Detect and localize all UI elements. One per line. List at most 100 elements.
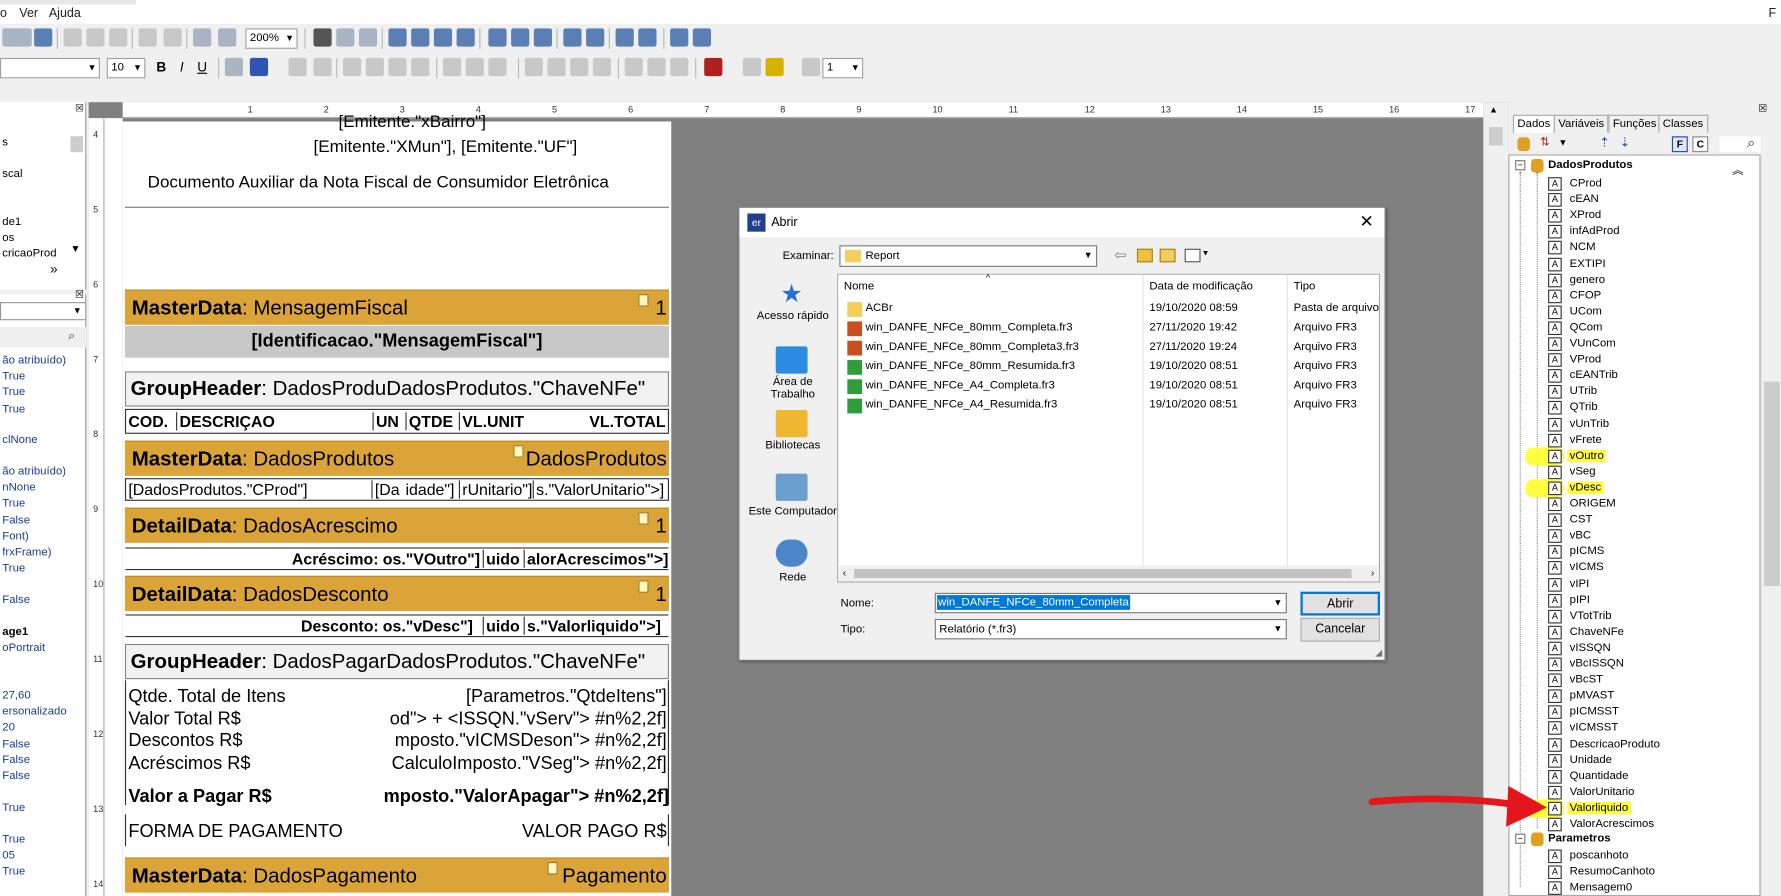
- dataset-dadosprodutos[interactable]: DadosProdutos: [1548, 159, 1633, 171]
- chevron-right-icon[interactable]: ›: [1371, 567, 1374, 578]
- cprod-field[interactable]: [DadosProdutos."CProd"]: [128, 480, 307, 498]
- property-value[interactable]: True: [2, 403, 25, 415]
- chevron-down-icon[interactable]: ▼: [1558, 137, 1567, 147]
- valor-unitario-field[interactable]: s."ValorUnitario">]: [532, 480, 664, 499]
- place-quick-access[interactable]: Acesso rápido: [744, 310, 842, 322]
- view-menu-icon[interactable]: [1184, 248, 1201, 263]
- fit-grid-icon[interactable]: [358, 28, 378, 47]
- total-field[interactable]: mposto."vICMSDeson"> #n%2,2f]: [395, 731, 667, 751]
- property-value[interactable]: Font): [2, 530, 29, 542]
- undo-icon[interactable]: [138, 28, 157, 47]
- text-left-icon[interactable]: [343, 57, 362, 77]
- property-value[interactable]: False: [2, 514, 30, 526]
- band-detail-acrescimo[interactable]: DetailData: DadosAcrescimo 1: [124, 507, 669, 543]
- text-middle-icon[interactable]: [465, 57, 484, 77]
- scrollbar-thumb[interactable]: [70, 136, 83, 153]
- underline-button[interactable]: U: [193, 58, 211, 76]
- frame-all-icon[interactable]: [524, 57, 543, 77]
- tab-classes[interactable]: Classes: [1658, 114, 1708, 133]
- col-vltotal[interactable]: VL.TOTAL: [589, 412, 665, 430]
- total-label[interactable]: Descontos R$: [128, 731, 242, 751]
- property-value[interactable]: nNone: [2, 482, 35, 494]
- new-folder-icon[interactable]: [1159, 248, 1176, 263]
- font-name-select[interactable]: ▼: [0, 57, 100, 79]
- open-button[interactable]: Abrir: [1300, 591, 1380, 616]
- italic-button[interactable]: I: [173, 58, 191, 76]
- vdesc-field[interactable]: os."vDesc"]: [383, 617, 473, 635]
- tab-dados[interactable]: Dados: [1512, 114, 1555, 133]
- property-value[interactable]: False: [2, 594, 30, 606]
- menu-item-file[interactable]: o: [0, 7, 7, 21]
- frame-bottom-icon[interactable]: [570, 57, 589, 77]
- same-height-icon[interactable]: [638, 28, 657, 47]
- close-icon[interactable]: ☒: [75, 288, 84, 300]
- preview-icon[interactable]: [34, 28, 53, 47]
- place-desktop[interactable]: Área de Trabalho: [744, 376, 842, 401]
- file-type-select[interactable]: Relatório (*.fr3) ▼: [934, 618, 1287, 640]
- total-label[interactable]: Qtde. Total de Itens: [128, 687, 285, 707]
- col-un[interactable]: UN: [372, 412, 399, 431]
- vunit-field[interactable]: rUnitario"]: [458, 480, 532, 499]
- chevron-down-icon[interactable]: ▼: [1202, 250, 1210, 258]
- property-value[interactable]: 20: [2, 721, 15, 733]
- frame-none-icon[interactable]: [647, 57, 666, 77]
- line-style-icon[interactable]: [801, 57, 821, 77]
- band-master-mensagem[interactable]: MasterData: MensagemFiscal 1: [124, 289, 669, 325]
- property-value[interactable]: ão atribuído): [2, 466, 66, 478]
- scrollbar-thumb[interactable]: [1489, 127, 1503, 146]
- total-label[interactable]: Acréscimos R$: [128, 754, 250, 774]
- align-center-icon[interactable]: [411, 28, 430, 47]
- scroll-right-icon[interactable]: »: [50, 261, 58, 277]
- filter-c-icon[interactable]: C: [1692, 136, 1709, 153]
- same-width-icon[interactable]: [615, 28, 634, 47]
- tree-item[interactable]: s: [2, 136, 8, 148]
- database-icon[interactable]: [1517, 137, 1530, 152]
- liquido-field[interactable]: uido: [482, 616, 520, 635]
- bring-front-icon[interactable]: [670, 28, 689, 47]
- back-icon[interactable]: ⇦: [1114, 246, 1126, 264]
- sort-asc-icon[interactable]: ⇡: [1599, 135, 1609, 150]
- property-value[interactable]: 05: [2, 850, 15, 862]
- scrollbar-thumb[interactable]: [854, 568, 1352, 579]
- property-value[interactable]: ão atribuído): [2, 354, 66, 366]
- col-name[interactable]: Nome: [844, 281, 874, 293]
- scrollbar-thumb[interactable]: [1763, 381, 1780, 587]
- chevron-down-icon[interactable]: ▼: [70, 243, 80, 254]
- frame-left-icon[interactable]: [592, 57, 612, 77]
- file-row[interactable]: win_DANFE_NFCe_A4_Resumida.fr3 19/10/2020…: [838, 396, 1379, 415]
- liquido-field[interactable]: uido: [482, 549, 520, 568]
- font-style-icon[interactable]: [224, 57, 244, 77]
- collapse-icon[interactable]: −: [1515, 160, 1526, 171]
- align-top-icon[interactable]: [488, 28, 507, 47]
- property-value[interactable]: False: [2, 770, 30, 782]
- total-field[interactable]: CalculoImposto."VSeg"> #n%2,2f]: [392, 754, 667, 774]
- quantidade-field[interactable]: idade"]: [405, 480, 454, 498]
- valor-acrescimos-field[interactable]: alorAcrescimos">]: [523, 549, 668, 568]
- band-master-produtos[interactable]: MasterData: DadosProdutos DadosProdutos: [124, 440, 669, 476]
- col-cod[interactable]: COD.: [128, 412, 168, 430]
- file-row[interactable]: win_DANFE_NFCe_80mm_Completa.fr3 27/11/20…: [838, 319, 1379, 338]
- col-type[interactable]: Tipo: [1294, 281, 1316, 293]
- sort-desc-icon[interactable]: ⇣: [1620, 135, 1630, 150]
- cut-icon[interactable]: [63, 28, 82, 47]
- total-field[interactable]: od"> + <ISSQN."vServ"> #n%2,2f]: [390, 709, 667, 729]
- align-right-icon[interactable]: [433, 28, 453, 47]
- col-vlunit[interactable]: VL.UNIT: [458, 412, 524, 431]
- horizontal-scrollbar[interactable]: ‹ ›: [838, 565, 1379, 582]
- quick-access-icon[interactable]: ★: [776, 280, 808, 308]
- property-value[interactable]: True: [2, 865, 25, 877]
- valor-pagar-field[interactable]: mposto."ValorApagar"> #n%2,2f]: [384, 787, 669, 807]
- desconto-label[interactable]: Desconto:: [301, 617, 379, 635]
- group-icon[interactable]: [193, 28, 212, 47]
- property-value[interactable]: age1: [2, 626, 28, 638]
- col-qtde[interactable]: QTDE: [405, 412, 453, 431]
- valor-pago-label[interactable]: VALOR PAGO R$: [522, 822, 667, 842]
- property-value[interactable]: False: [2, 754, 30, 766]
- highlight-icon[interactable]: [288, 57, 307, 77]
- col-descricao[interactable]: DESCRIÇAO: [176, 412, 275, 431]
- text-justify-icon[interactable]: [411, 57, 430, 77]
- un-field[interactable]: [Da: [371, 480, 400, 499]
- computer-icon[interactable]: [775, 473, 808, 501]
- frame-right-icon[interactable]: [624, 57, 643, 77]
- look-in-select[interactable]: Report ▼: [839, 245, 1098, 267]
